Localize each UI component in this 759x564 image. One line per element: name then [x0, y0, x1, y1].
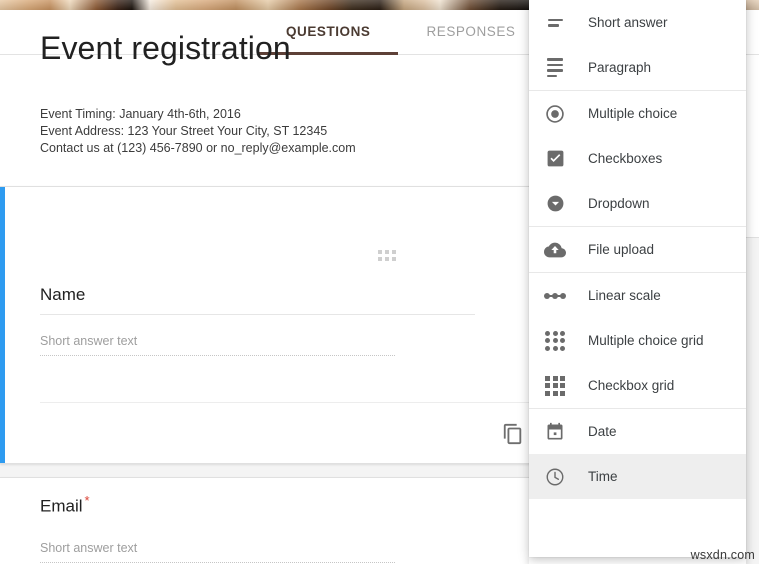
menu-item-multiple-choice-label: Multiple choice	[588, 106, 678, 121]
menu-item-file-upload[interactable]: File upload	[529, 227, 746, 272]
drag-dot	[385, 257, 389, 261]
menu-item-time[interactable]: Time	[529, 454, 746, 499]
menu-group-scale-grid: Linear scale Multiple choice grid Checkb…	[529, 273, 746, 409]
menu-item-short-answer[interactable]: Short answer	[529, 0, 746, 45]
editor-tabs: QUESTIONS RESPONSES	[258, 10, 543, 55]
required-asterisk: *	[84, 493, 90, 508]
menu-item-file-upload-label: File upload	[588, 242, 655, 257]
question-type-menu[interactable]: Short answer Paragraph Multiple choice C…	[529, 0, 746, 557]
menu-item-dropdown-label: Dropdown	[588, 196, 650, 211]
menu-item-paragraph[interactable]: Paragraph	[529, 45, 746, 90]
menu-item-date-label: Date	[588, 424, 617, 439]
drag-dot	[392, 257, 396, 261]
drag-grid-icon[interactable]	[378, 250, 396, 261]
clock-icon	[543, 465, 567, 489]
form-description-line-1: Event Timing: January 4th-6th, 2016	[40, 107, 241, 121]
google-forms-editor: QUESTIONS RESPONSES Event registration E…	[0, 0, 759, 564]
menu-group-upload: File upload	[529, 227, 746, 273]
checkbox-icon	[543, 147, 567, 171]
tab-responses-label: RESPONSES	[426, 24, 516, 39]
tab-questions-label: QUESTIONS	[286, 24, 371, 39]
menu-item-date[interactable]: Date	[529, 409, 746, 454]
drag-dot	[392, 250, 396, 254]
menu-item-short-answer-label: Short answer	[588, 15, 668, 30]
form-description-line-2: Event Address: 123 Your Street Your City…	[40, 124, 328, 138]
cloud-upload-icon	[543, 238, 567, 262]
calendar-icon	[543, 420, 567, 444]
copy-icon[interactable]	[502, 423, 524, 450]
menu-item-time-label: Time	[588, 469, 618, 484]
question-answer-placeholder-email: Short answer text	[40, 541, 395, 563]
linear-scale-icon	[543, 284, 567, 308]
radio-button-icon	[543, 102, 567, 126]
menu-item-checkbox-grid-label: Checkbox grid	[588, 378, 675, 393]
menu-item-multiple-choice-grid-label: Multiple choice grid	[588, 333, 704, 348]
menu-item-checkbox-grid[interactable]: Checkbox grid	[529, 363, 746, 408]
drag-dot	[378, 257, 382, 261]
drag-dot	[378, 250, 382, 254]
menu-item-paragraph-label: Paragraph	[588, 60, 652, 75]
watermark: wsxdn.com	[690, 548, 755, 562]
menu-group-datetime: Date Time	[529, 409, 746, 499]
menu-item-linear-scale-label: Linear scale	[588, 288, 661, 303]
short-answer-icon	[543, 11, 567, 35]
question-title-input[interactable]: Name	[40, 285, 475, 315]
radio-grid-icon	[543, 329, 567, 353]
menu-item-dropdown[interactable]: Dropdown	[529, 181, 746, 226]
paragraph-icon	[543, 56, 567, 80]
drag-dot	[385, 250, 389, 254]
question-answer-placeholder: Short answer text	[40, 334, 395, 356]
checkbox-grid-icon	[543, 374, 567, 398]
menu-group-choice: Multiple choice Checkboxes Dropdown	[529, 91, 746, 227]
card-divider	[40, 402, 540, 403]
menu-item-checkboxes-label: Checkboxes	[588, 151, 663, 166]
menu-item-linear-scale[interactable]: Linear scale	[529, 273, 746, 318]
question-title-email[interactable]: Email *	[40, 493, 90, 517]
menu-item-multiple-choice-grid[interactable]: Multiple choice grid	[529, 318, 746, 363]
menu-group-text: Short answer Paragraph	[529, 0, 746, 91]
form-description-line-3: Contact us at (123) 456-7890 or no_reply…	[40, 141, 356, 155]
tab-responses[interactable]: RESPONSES	[398, 10, 543, 55]
question-title-email-text: Email	[40, 496, 83, 516]
active-card-accent-bar	[0, 187, 5, 463]
menu-item-checkboxes[interactable]: Checkboxes	[529, 136, 746, 181]
dropdown-circle-icon	[543, 192, 567, 216]
form-description[interactable]: Event Timing: January 4th-6th, 2016 Even…	[40, 106, 356, 157]
page-title[interactable]: Event registration	[40, 30, 291, 67]
menu-item-multiple-choice[interactable]: Multiple choice	[529, 91, 746, 136]
